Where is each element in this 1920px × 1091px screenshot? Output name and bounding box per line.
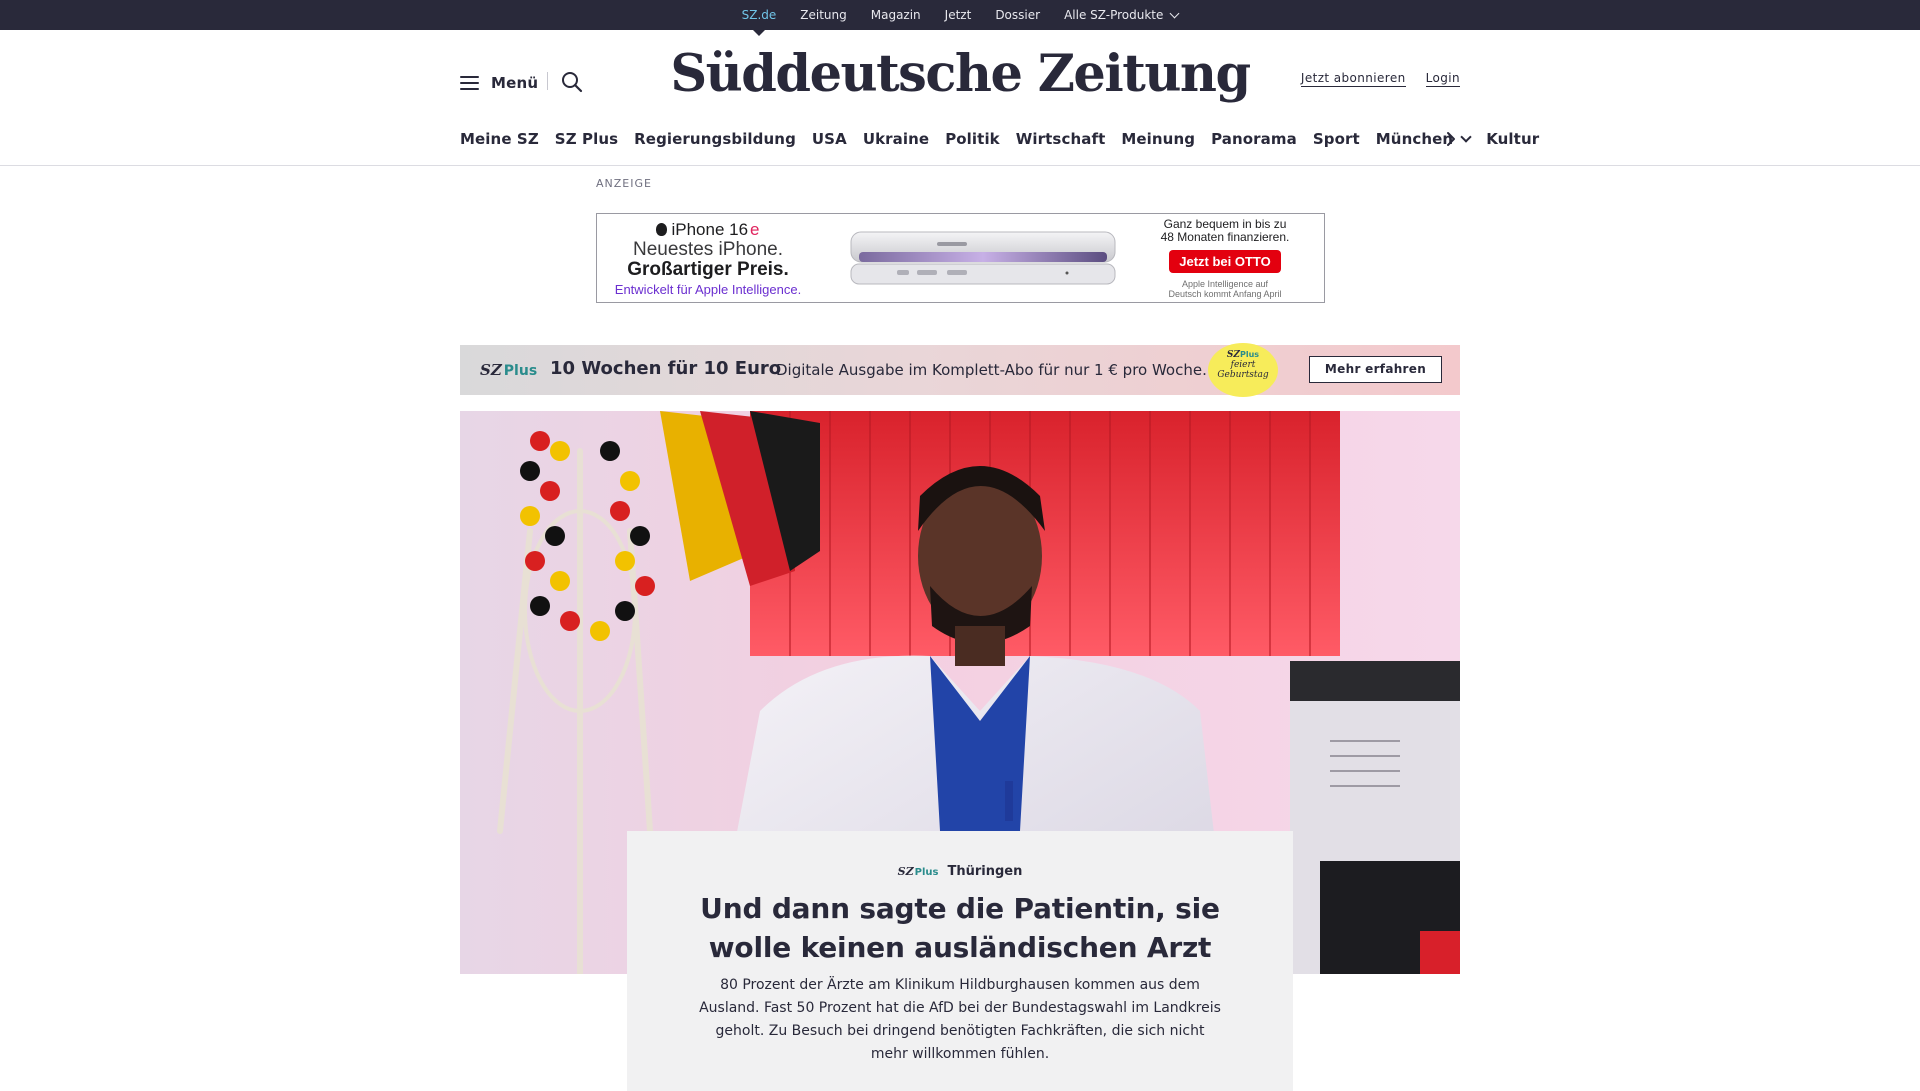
nav-item-meine-sz[interactable]: Meine SZ [460,130,547,148]
nav-item-regierungsbildung[interactable]: Regierungsbildung [626,130,804,148]
sz-plus-logo-plus: Plus [503,363,538,379]
nav-item-muenchen[interactable]: München [1368,130,1478,148]
article-kicker: Thüringen [947,864,1023,879]
article-title[interactable]: Und dann sagte die Patientin, sie wolle … [667,889,1253,967]
sz-plus-badge: SZPlus [898,865,939,878]
sz-plus-promo-banner[interactable]: SZ Plus 10 Wochen für 10 Euro Digitale Au… [460,343,1460,397]
top-bar: SZ.de Zeitung Magazin Jetzt Dossier Alle… [0,0,1920,36]
nav-item-kultur[interactable]: Kultur [1478,130,1547,148]
article-teaser-card[interactable]: SZPlus Thüringen Und dann sagte die Pati… [627,831,1293,1091]
ad-disclaimer-1: Apple Intelligence auf [1181,279,1269,289]
card-brand-plus: Plus [914,867,939,878]
mehr-erfahren-button[interactable]: Mehr erfahren [1309,356,1442,383]
chevron-right-icon [1447,132,1455,146]
login-link[interactable]: Login [1425,71,1460,87]
ad-product-suffix: e [750,220,760,239]
topbar-link-sz-de[interactable]: SZ.de [730,0,789,36]
ad-line-2: Großartiger Preis. [627,259,789,280]
nav-item-sport[interactable]: Sport [1305,130,1368,148]
ad-offer-line-2: 48 Monaten finanzieren. [1160,230,1290,244]
sz-plus-logo: SZ Plus [480,361,537,379]
header-actions: Jetzt abonnieren Login [1300,71,1460,87]
badge-line-1: feiert [1230,360,1256,370]
topbar-link-alle-produkte[interactable]: Alle SZ-Produkte [1052,0,1190,30]
nav-item-usa[interactable]: USA [804,130,855,148]
sz-plus-logo-brand: SZ [480,361,502,379]
badge-brand: SZ [1226,350,1240,360]
nav-item-politik[interactable]: Politik [937,130,1008,148]
article-meta: SZPlus Thüringen [627,864,1293,879]
ad-disclaimer-2: Deutsch kommt Anfang April [1168,289,1282,299]
chevron-down-icon [1169,8,1180,18]
ad-line-3: Entwickelt für Apple Intelligence. [614,282,802,297]
nav-item-ukraine[interactable]: Ukraine [855,130,937,148]
chevron-down-icon [1460,130,1472,143]
promo-title: 10 Wochen für 10 Euro [550,358,782,379]
apple-logo-icon [656,222,668,236]
ad-cta-button[interactable]: Jetzt bei OTTO [1169,250,1281,273]
ad-product-name: iPhone 16 [671,220,749,239]
nav-scroll-next-button[interactable] [1442,130,1460,148]
nav-item-meinung[interactable]: Meinung [1113,130,1203,148]
ad-label: ANZEIGE [596,177,652,190]
ad-offer: Ganz bequem in bis zu 48 Monaten finanzi… [1143,218,1307,300]
nav-item-wirtschaft[interactable]: Wirtschaft [1008,130,1114,148]
promo-text: Digitale Ausgabe im Komplett-Abo für nur… [776,361,1207,379]
topbar-link-alle-produkte-label: Alle SZ-Produkte [1064,8,1164,22]
topbar-link-zeitung[interactable]: Zeitung [788,0,858,30]
topbar-link-dossier[interactable]: Dossier [983,0,1052,30]
nav-item-sz-plus[interactable]: SZ Plus [547,130,626,148]
topbar-link-magazin[interactable]: Magazin [859,0,933,30]
article-teaser: 80 Prozent der Ärzte am Klinikum Hildbur… [699,977,1221,1062]
nav-divider-line [0,165,1920,166]
site-header: Menü Süddeutsche Zeitung Jetzt abonniere… [460,30,1460,134]
badge-plus: Plus [1240,350,1260,359]
topbar-link-jetzt[interactable]: Jetzt [933,0,984,30]
nav-item-panorama[interactable]: Panorama [1203,130,1305,148]
ad-line-1: Neuestes iPhone. [633,239,783,260]
birthday-badge: SZPlus feiert Geburtstag [1208,343,1278,397]
ad-product: iPhone 16 e [613,220,803,240]
card-brand: SZ [897,865,914,878]
subscribe-link[interactable]: Jetzt abonnieren [1300,71,1406,87]
top-bar-nav: SZ.de Zeitung Magazin Jetzt Dossier Alle… [0,0,1920,36]
iphone-image [850,231,1116,285]
ad-banner[interactable]: iPhone 16 e Neuestes iPhone. Großartiger … [596,213,1325,303]
ad-copy: iPhone 16 e Neuestes iPhone. Großartiger … [613,220,803,297]
main-nav: Meine SZ SZ Plus Regierungsbildung USA U… [460,126,1539,152]
badge-line-2: Geburtstag [1217,370,1269,380]
